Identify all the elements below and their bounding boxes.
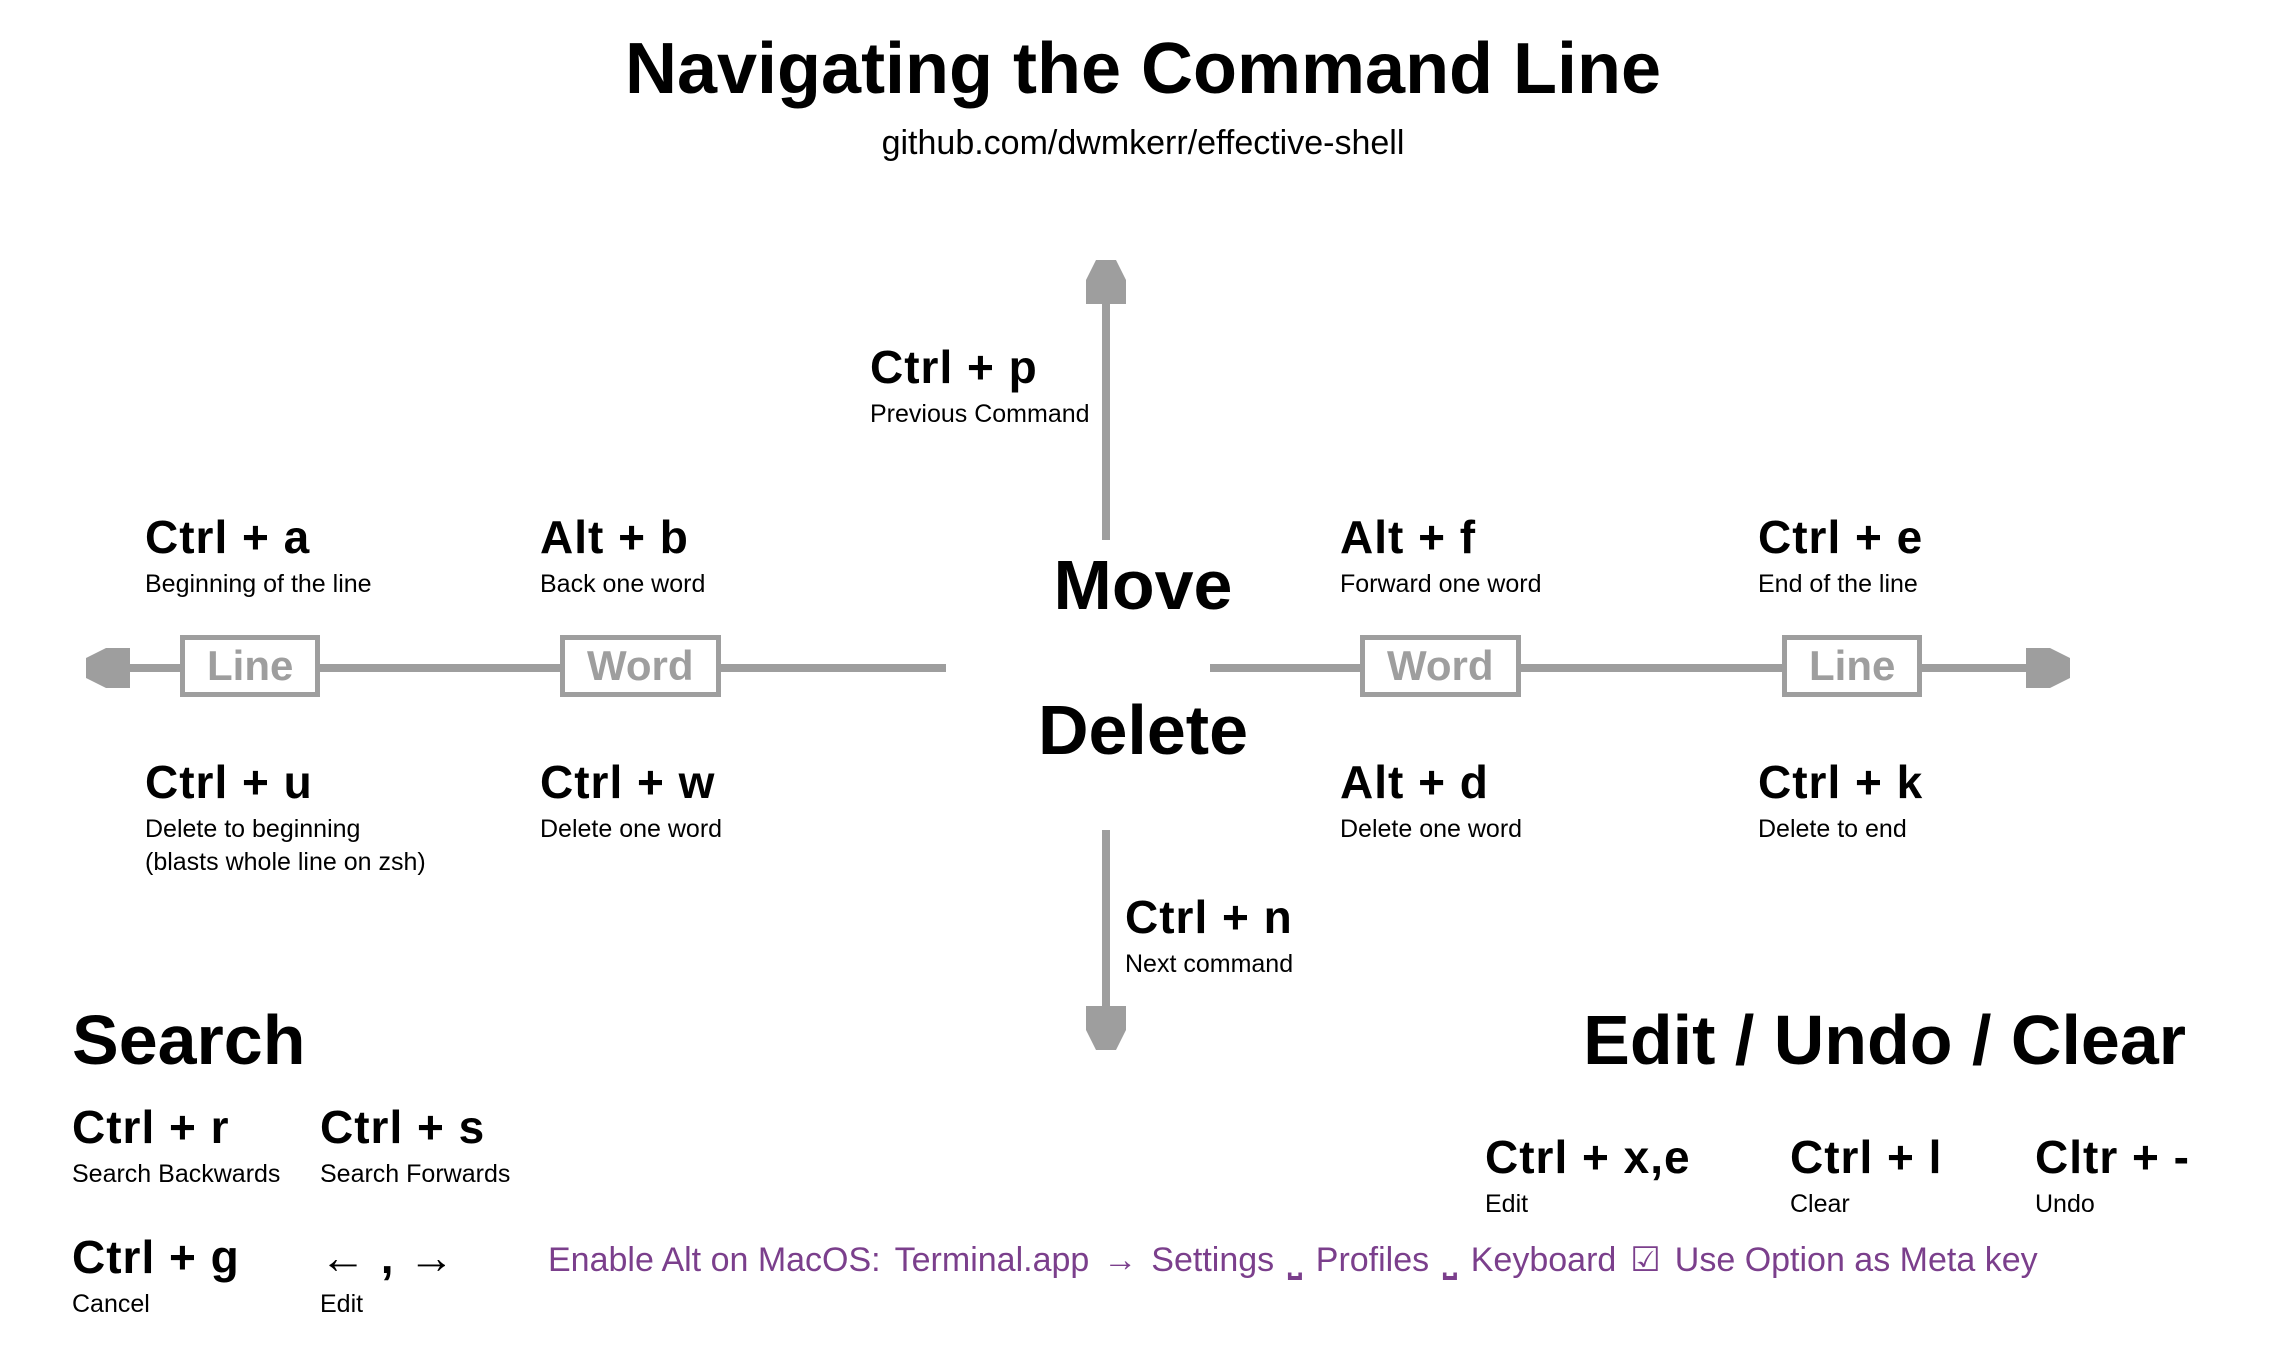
footer-meta: Use Option as Meta key (1675, 1241, 2038, 1280)
shortcut-desc: Search Backwards (72, 1160, 280, 1189)
shortcut-desc: Back one word (540, 570, 705, 599)
footer-lead: Enable Alt on MacOS: (548, 1241, 881, 1280)
shortcut-key: Ctrl + n (1125, 890, 1293, 944)
shortcut-del-word-right: Alt + d Delete one word (1340, 755, 1522, 844)
shortcut-next-cmd: Ctrl + n Next command (1125, 890, 1293, 979)
shortcut-word-fwd: Alt + f Forward one word (1340, 510, 1541, 599)
footer-settings: Settings (1151, 1241, 1274, 1280)
shortcut-desc: Edit (320, 1290, 455, 1319)
shortcut-desc: End of the line (1758, 570, 1923, 599)
subtitle-link: github.com/dwmkerr/effective-shell (0, 124, 2286, 163)
shortcut-edit: Ctrl + x,e Edit (1485, 1130, 1691, 1219)
shortcut-desc: Edit (1485, 1190, 1691, 1219)
shortcut-key: Ctrl + u (145, 755, 426, 809)
arrow-keys-icon: ← , → (320, 1230, 455, 1284)
shortcut-desc: Delete to end (1758, 815, 1923, 844)
shortcut-desc: Cancel (72, 1290, 240, 1319)
shortcut-key: Ctrl + k (1758, 755, 1923, 809)
shortcut-key: Alt + b (540, 510, 705, 564)
shortcut-search-edit: ← , → Edit (320, 1230, 455, 1319)
shortcut-desc: Delete one word (540, 815, 722, 844)
shortcut-key: Ctrl + x,e (1485, 1130, 1691, 1184)
shortcut-desc: Forward one word (1340, 570, 1541, 599)
shortcut-desc: Delete to beginning (145, 815, 426, 844)
tab-icon: ⎵ (1288, 1241, 1302, 1280)
shortcut-desc: Next command (1125, 950, 1293, 979)
tab-icon: ⎵ (1443, 1241, 1457, 1280)
shortcut-desc: Previous Command (870, 400, 1090, 429)
shortcut-word-back: Alt + b Back one word (540, 510, 705, 599)
arrow-up-icon (1086, 260, 1126, 550)
shortcut-key: Ctrl + l (1790, 1130, 1942, 1184)
footer-app: Terminal.app (895, 1241, 1090, 1280)
checkbox-icon: ☑ (1630, 1240, 1660, 1280)
shortcut-key: Ctrl + e (1758, 510, 1923, 564)
arrow-right-icon (1200, 648, 2070, 688)
shortcut-search-fwd: Ctrl + s Search Forwards (320, 1100, 510, 1189)
pill-line-right: Line (1782, 635, 1922, 697)
shortcut-key: Ctrl + g (72, 1230, 240, 1284)
pill-word-left: Word (560, 635, 721, 697)
pill-word-right: Word (1360, 635, 1521, 697)
pill-line-left: Line (180, 635, 320, 697)
shortcut-desc: Search Forwards (320, 1160, 510, 1189)
shortcut-del-to-end: Ctrl + k Delete to end (1758, 755, 1923, 844)
shortcut-key: Ctrl + p (870, 340, 1090, 394)
shortcut-key: Cltr + - (2035, 1130, 2190, 1184)
page-title: Navigating the Command Line (0, 28, 2286, 110)
shortcut-key: Alt + d (1340, 755, 1522, 809)
shortcut-search-back: Ctrl + r Search Backwards (72, 1100, 280, 1189)
shortcut-search-cancel: Ctrl + g Cancel (72, 1230, 240, 1319)
footer-macos-tip: Enable Alt on MacOS: Terminal.app → Sett… (548, 1240, 2038, 1280)
shortcut-line-end: Ctrl + e End of the line (1758, 510, 1923, 599)
shortcut-key: Ctrl + w (540, 755, 722, 809)
search-heading: Search (72, 1000, 305, 1080)
footer-profiles: Profiles (1316, 1241, 1429, 1280)
shortcut-key: Ctrl + a (145, 510, 372, 564)
footer-keyboard: Keyboard (1471, 1241, 1617, 1280)
arrow-down-icon (1086, 820, 1126, 1050)
shortcut-undo: Cltr + - Undo (2035, 1130, 2190, 1219)
shortcut-clear: Ctrl + l Clear (1790, 1130, 1942, 1219)
shortcut-prev-cmd: Ctrl + p Previous Command (870, 340, 1090, 429)
shortcut-desc: Clear (1790, 1190, 1942, 1219)
shortcut-desc: Undo (2035, 1190, 2190, 1219)
shortcut-desc: Beginning of the line (145, 570, 372, 599)
shortcut-del-word-left: Ctrl + w Delete one word (540, 755, 722, 844)
edit-heading: Edit / Undo / Clear (1583, 1000, 2186, 1080)
shortcut-key: Ctrl + r (72, 1100, 280, 1154)
shortcut-desc: Delete one word (1340, 815, 1522, 844)
shortcut-line-begin: Ctrl + a Beginning of the line (145, 510, 372, 599)
shortcut-key: Ctrl + s (320, 1100, 510, 1154)
shortcut-del-to-begin: Ctrl + u Delete to beginning (blasts who… (145, 755, 426, 877)
shortcut-note: (blasts whole line on zsh) (145, 848, 426, 877)
shortcut-key: Alt + f (1340, 510, 1541, 564)
arrow-right-icon: → (1103, 1241, 1137, 1280)
